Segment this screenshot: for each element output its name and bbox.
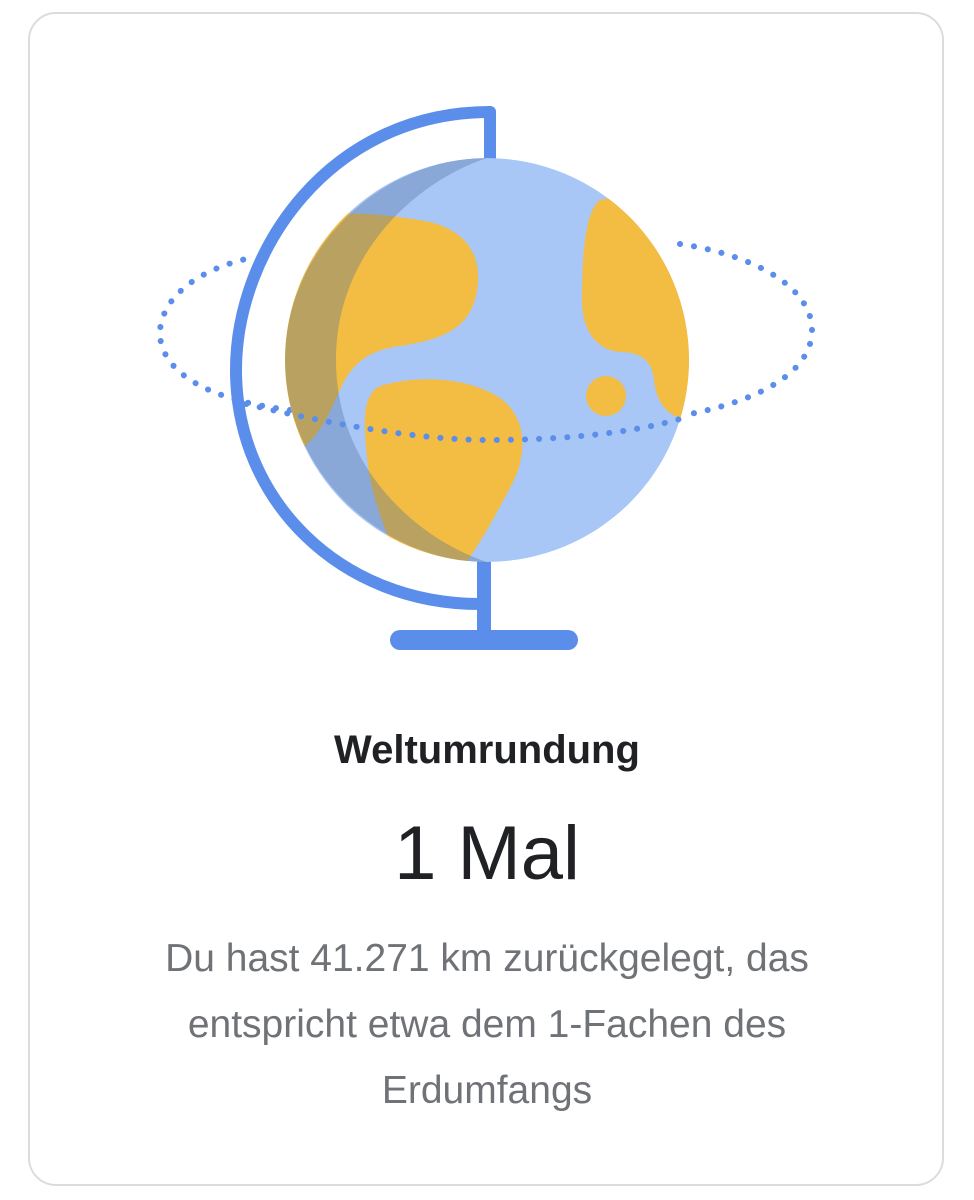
island: [586, 376, 626, 416]
globe-illustration: [0, 0, 974, 680]
globe-icon: [156, 106, 816, 650]
achievement-title: Weltumrundung: [334, 728, 640, 772]
achievement-description: Du hast 41.271 km zurückgelegt, das ents…: [165, 937, 809, 1112]
globe-stand-base: [390, 630, 578, 650]
globe-sphere: [285, 158, 689, 562]
achievement-value: 1 Mal: [394, 811, 580, 896]
